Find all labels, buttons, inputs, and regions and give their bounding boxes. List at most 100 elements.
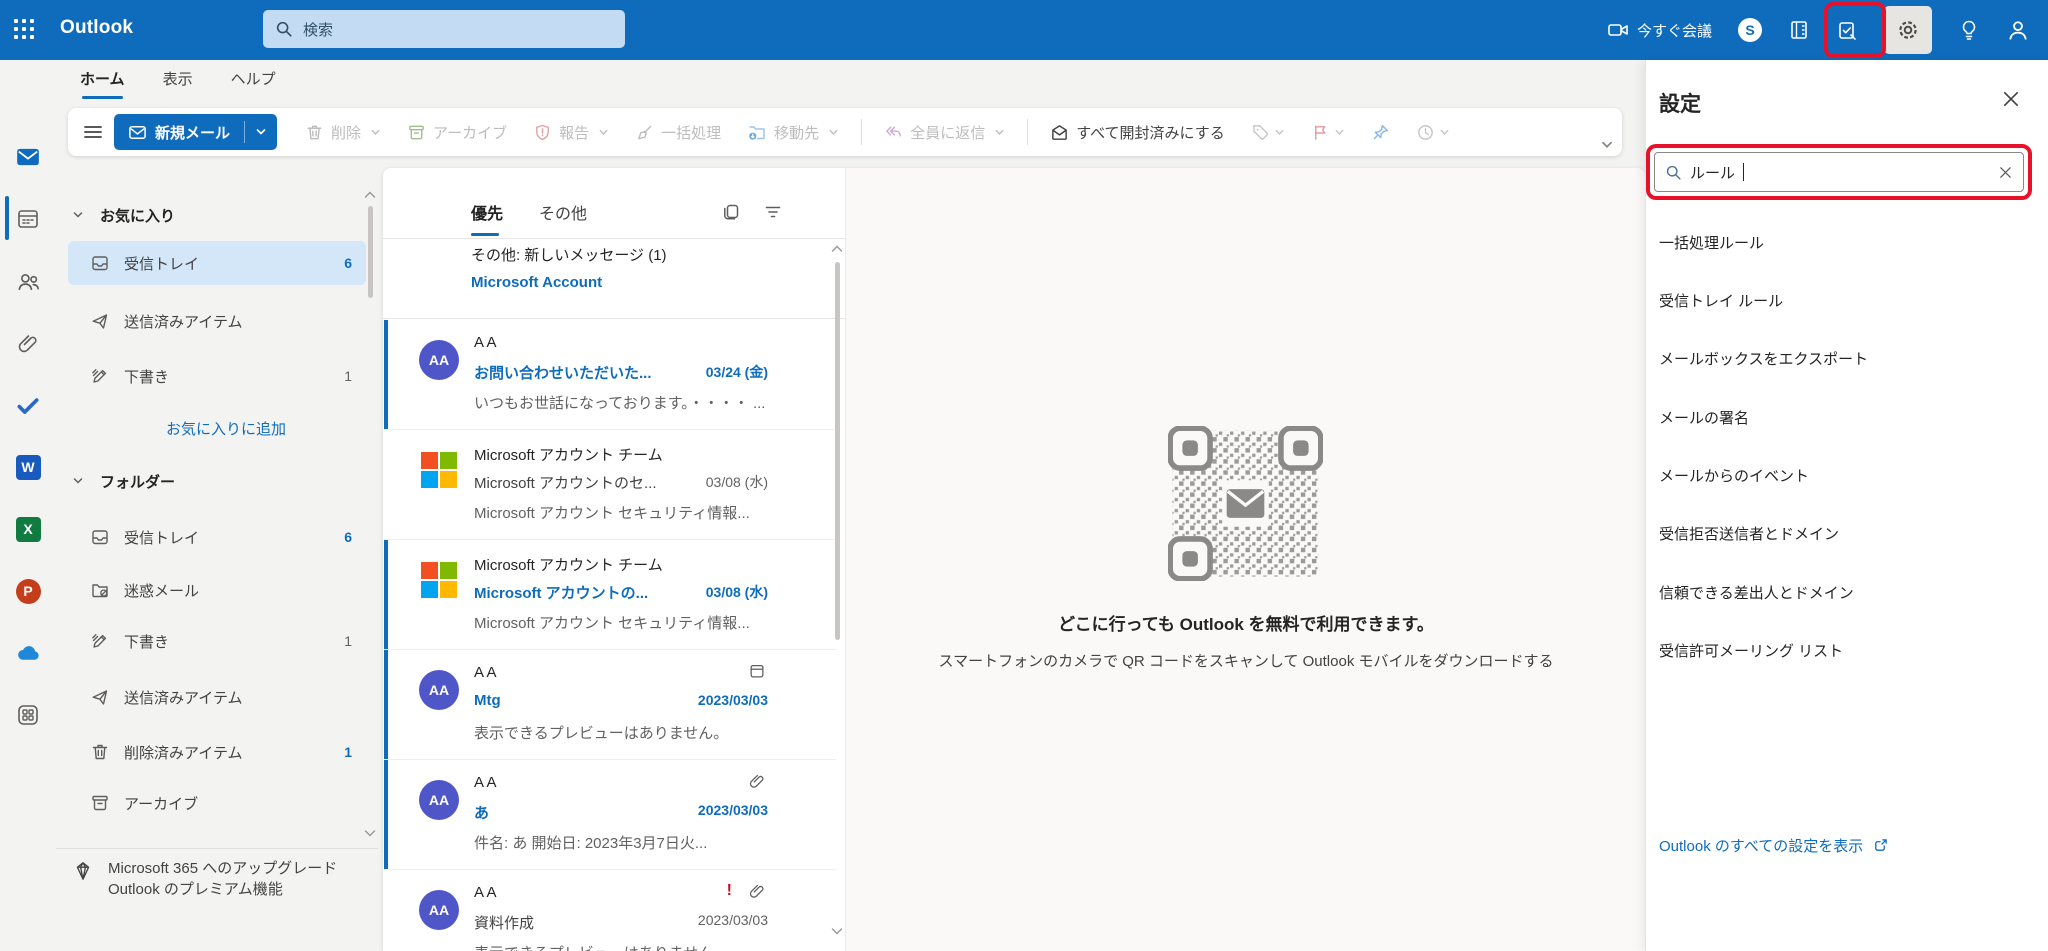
sweep-button[interactable]: 一括処理	[627, 114, 729, 150]
message-preview: 件名: あ 開始日: 2023年3月7日火...	[474, 835, 708, 852]
folder-sent[interactable]: 送信済みアイテム	[68, 675, 366, 719]
rail-mail-icon[interactable]	[0, 135, 56, 179]
select-messages-icon[interactable]	[721, 202, 741, 222]
folder-label: 受信トレイ	[124, 529, 200, 547]
rail-calendar-icon[interactable]	[0, 197, 56, 241]
rail-powerpoint-icon[interactable]: P	[0, 569, 56, 613]
rail-excel-icon[interactable]: X	[0, 507, 56, 551]
tab-help[interactable]: ヘルプ	[231, 68, 276, 99]
folder-inbox[interactable]: 受信トレイ 6	[68, 515, 366, 559]
hamburger-menu-icon[interactable]	[82, 121, 104, 143]
categorize-button[interactable]	[1243, 114, 1293, 150]
unread-count: 1	[344, 744, 352, 760]
folder-drafts[interactable]: 下書き 1	[68, 619, 366, 663]
folder-archive[interactable]: アーカイブ	[68, 781, 366, 825]
rail-attachments-icon[interactable]	[0, 321, 56, 365]
global-search-input[interactable]: 検索	[263, 10, 625, 48]
list-tab-other[interactable]: その他	[539, 200, 587, 236]
add-to-favorites-link[interactable]: お気に入りに追加	[166, 418, 286, 439]
archive-icon	[409, 125, 424, 139]
message-row[interactable]: Microsoft アカウント チーム Microsoft アカウントの... …	[384, 540, 836, 650]
list-scrollbar-thumb[interactable]	[835, 262, 840, 640]
clock-icon	[1417, 124, 1433, 140]
todo-icon[interactable]	[1836, 19, 1858, 41]
message-row[interactable]: AA A A お問い合わせいただいた... 03/24 (金) いつもお世話にな…	[384, 320, 836, 430]
mark-all-read-button[interactable]: すべて開封済みにする	[1042, 114, 1233, 150]
premium-upgrade-label: Microsoft 365 へのアップグレード Outlook のプレミアム機能	[108, 860, 338, 898]
avatar: AA	[419, 670, 459, 710]
filter-icon[interactable]	[763, 202, 783, 222]
message-row[interactable]: Microsoft アカウント チーム Microsoft アカウントのセ...…	[384, 430, 836, 540]
settings-search-input[interactable]: ルール	[1654, 152, 2024, 192]
folder-label: 受信トレイ	[124, 255, 200, 273]
rail-onedrive-icon[interactable]	[0, 631, 56, 675]
folders-section-header[interactable]: フォルダー	[72, 466, 175, 496]
rail-people-icon[interactable]	[0, 259, 56, 303]
message-sender: Microsoft アカウント チーム	[474, 557, 663, 574]
folder-move-icon	[749, 126, 765, 140]
diamond-icon	[76, 862, 90, 880]
settings-item-export-mailbox[interactable]: メールボックスをエクスポート	[1659, 348, 1868, 369]
video-camera-icon	[1608, 24, 1628, 36]
message-sender: A A	[474, 774, 497, 791]
banner-title: その他: 新しいメッセージ (1)	[471, 247, 667, 264]
new-mail-dropdown[interactable]	[245, 114, 277, 150]
junk-folder-icon	[90, 580, 110, 600]
app-launcher-icon[interactable]	[14, 19, 36, 41]
unread-indicator	[384, 650, 388, 759]
rail-more-apps-icon[interactable]	[0, 693, 56, 737]
flag-button[interactable]	[1303, 114, 1353, 150]
premium-upgrade-banner[interactable]: Microsoft 365 へのアップグレード Outlook のプレミアム機能	[72, 858, 362, 900]
toolbar-expand-chevron-icon[interactable]	[1600, 138, 1614, 152]
message-row[interactable]: AA A A Mtg 2023/03/03 表示できるプレビューはありません。	[384, 650, 836, 760]
folder-favorite-sent[interactable]: 送信済みアイテム	[68, 299, 366, 343]
view-all-settings-label: Outlook のすべての設定を表示	[1659, 838, 1864, 855]
folder-scroll-up-icon[interactable]	[364, 190, 376, 200]
message-row[interactable]: AA A A ! 資料作成 2023/03/03 表示できるプレビューはありませ…	[384, 870, 836, 951]
message-row[interactable]: AA A A あ 2023/03/03 件名: あ 開始日: 2023年3月7日…	[384, 760, 836, 870]
settings-item-safe-mailing-lists[interactable]: 受信許可メーリング リスト	[1659, 640, 1843, 661]
meet-now-button[interactable]: 今すぐ会議	[1607, 19, 1712, 41]
move-to-button[interactable]: 移動先	[739, 114, 847, 150]
settings-item-sweep-rules[interactable]: 一括処理ルール	[1659, 232, 1764, 253]
folder-scroll-down-icon[interactable]	[364, 828, 376, 838]
folder-pane-divider	[56, 848, 378, 849]
unread-count: 6	[344, 529, 352, 545]
list-scroll-up-icon[interactable]	[831, 244, 843, 254]
delete-button[interactable]: 削除	[297, 114, 389, 150]
folder-deleted[interactable]: 削除済みアイテム 1	[68, 730, 366, 774]
tips-lightbulb-icon[interactable]	[1958, 19, 1980, 41]
new-mail-button[interactable]: 新規メール	[114, 114, 278, 150]
folder-favorite-drafts[interactable]: 下書き 1	[68, 354, 366, 398]
list-tab-focused[interactable]: 優先	[471, 200, 503, 236]
other-tab-banner[interactable]: その他: 新しいメッセージ (1) Microsoft Account	[471, 244, 667, 291]
close-icon[interactable]	[2002, 90, 2020, 108]
settings-item-events-from-email[interactable]: メールからのイベント	[1659, 465, 1809, 486]
snooze-button[interactable]	[1408, 114, 1458, 150]
folder-favorite-inbox[interactable]: 受信トレイ 6	[68, 241, 366, 285]
settings-item-safe-senders[interactable]: 信頼できる差出人とドメイン	[1659, 582, 1854, 603]
report-button[interactable]: 報告	[525, 114, 617, 150]
archive-button[interactable]: アーカイブ	[399, 114, 515, 150]
pin-button[interactable]	[1363, 114, 1398, 150]
settings-item-inbox-rules[interactable]: 受信トレイ ルール	[1659, 290, 1783, 311]
folder-junk[interactable]: 迷惑メール	[68, 568, 366, 612]
view-all-settings-link[interactable]: Outlook のすべての設定を表示	[1659, 835, 1888, 856]
settings-item-email-signature[interactable]: メールの署名	[1659, 407, 1749, 428]
folder-scrollbar-thumb[interactable]	[368, 206, 373, 298]
rail-todo-icon[interactable]	[0, 383, 56, 427]
onenote-icon[interactable]	[1788, 19, 1810, 41]
settings-gear-button[interactable]	[1884, 6, 1932, 54]
archive-label: アーカイブ	[433, 124, 508, 142]
rail-word-icon[interactable]: W	[0, 445, 56, 489]
favorites-section-header[interactable]: お気に入り	[72, 200, 175, 230]
clear-search-icon[interactable]	[1998, 165, 2013, 180]
settings-item-blocked-senders[interactable]: 受信拒否送信者とドメイン	[1659, 523, 1839, 544]
tab-view[interactable]: 表示	[163, 68, 193, 99]
skype-icon[interactable]: S	[1738, 18, 1762, 42]
banner-sender-link[interactable]: Microsoft Account	[471, 274, 667, 291]
reply-all-button[interactable]: 全員に返信	[876, 114, 1013, 150]
tab-home[interactable]: ホーム	[80, 68, 125, 99]
account-person-icon[interactable]	[2006, 18, 2030, 42]
list-scroll-down-icon[interactable]	[831, 926, 843, 936]
